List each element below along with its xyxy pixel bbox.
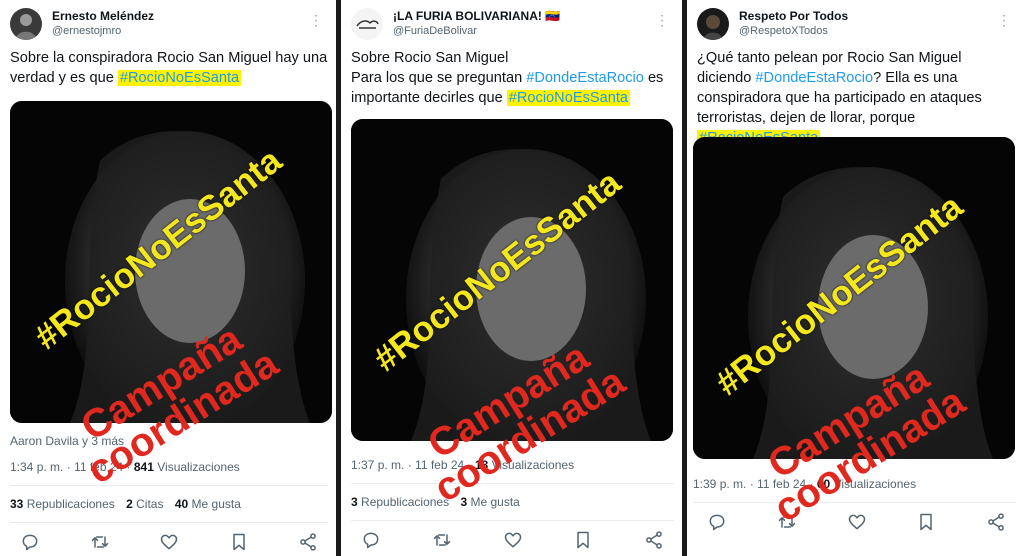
reply-icon[interactable]	[20, 532, 40, 552]
repost-icon[interactable]	[432, 530, 452, 550]
tweet-text: ¿Qué tanto pelean por Rocio San Miguel d…	[697, 48, 1016, 148]
avatar[interactable]	[351, 8, 383, 40]
liked-by-line: Aaron Davila y 3 más	[10, 434, 125, 448]
tweet-time: 1:39 p. m.	[693, 477, 747, 491]
views-count: 841	[133, 460, 154, 474]
tweet-header: Ernesto Meléndez @ernestojmro ⋮	[10, 6, 328, 40]
like-icon[interactable]	[503, 530, 523, 550]
tweet-text-line: Sobre Rocio San Miguel	[351, 50, 509, 66]
views-label: Visualizaciones	[157, 460, 240, 474]
tweet-card-2: ¡LA FURIA BOLIVARIANA! 🇻🇪 @FuriaDeBoliva…	[341, 0, 682, 556]
tweet-text: Sobre Rocio San Miguel Para los que se p…	[351, 48, 674, 108]
likes-count: 3	[460, 495, 468, 509]
tweet-text: Sobre la conspiradora Rocio San Miguel h…	[10, 48, 328, 88]
like-icon[interactable]	[847, 512, 867, 532]
views-count: 18	[474, 458, 489, 472]
repost-icon[interactable]	[90, 532, 110, 552]
reposts-count: 3	[351, 495, 358, 509]
action-bar	[20, 532, 318, 552]
like-icon[interactable]	[159, 532, 179, 552]
repost-icon[interactable]	[777, 512, 797, 532]
reposts-label: Republicaciones	[26, 497, 115, 511]
hashtag-highlight[interactable]: #RocioNoEsSanta	[117, 70, 242, 86]
tweet-photo[interactable]	[10, 101, 332, 423]
bookmark-icon[interactable]	[229, 532, 249, 552]
hashtag-link[interactable]: #DondeEstaRocio	[755, 70, 873, 86]
tweet-meta: 1:34 p. m. · 11 feb 24 · 841 Visualizaci…	[10, 460, 240, 474]
bookmark-icon[interactable]	[916, 512, 936, 532]
user-handle[interactable]: @ernestojmro	[52, 25, 154, 37]
display-name[interactable]: Ernesto Meléndez	[52, 9, 154, 23]
likes-count: 40	[174, 497, 189, 511]
engagement-stats: 33 Republicaciones 2 Citas 40 Me gusta	[10, 497, 249, 511]
tweet-photo[interactable]	[693, 137, 1015, 459]
reply-icon[interactable]	[361, 530, 381, 550]
avatar[interactable]	[697, 8, 729, 40]
engagement-stats: 3 Republicaciones 3 Me gusta	[351, 495, 528, 509]
tweet-header: ¡LA FURIA BOLIVARIANA! 🇻🇪 @FuriaDeBoliva…	[351, 6, 674, 40]
quotes-stat[interactable]: 2 Citas	[126, 497, 163, 511]
hashtag-link[interactable]: #DondeEstaRocio	[526, 70, 644, 86]
more-icon[interactable]: ⋮	[997, 12, 1011, 29]
action-bar	[707, 512, 1006, 532]
tweet-card-3: Respeto Por Todos @RespetoXTodos ⋮ ¿Qué …	[687, 0, 1024, 556]
user-handle[interactable]: @RespetoXTodos	[739, 25, 848, 37]
tweet-time: 1:37 p. m.	[351, 458, 405, 472]
views-label: Visualizaciones	[833, 477, 917, 491]
tweet-header: Respeto Por Todos @RespetoXTodos ⋮	[697, 6, 1016, 40]
tweet-time: 1:34 p. m.	[10, 460, 64, 474]
share-icon[interactable]	[644, 530, 664, 550]
bookmark-icon[interactable]	[573, 530, 593, 550]
separator	[10, 522, 328, 523]
tweet-meta: 1:39 p. m. · 11 feb 24 · 60 Visualizacio…	[693, 477, 917, 491]
views-count: 60	[816, 477, 831, 491]
reply-icon[interactable]	[707, 512, 727, 532]
separator	[351, 483, 674, 484]
tweet-meta: 1:37 p. m. · 11 feb 24 · 18 Visualizacio…	[351, 458, 575, 472]
quotes-label: Citas	[136, 497, 164, 511]
action-bar	[361, 530, 664, 550]
tweet-date[interactable]: 11 feb 24	[757, 477, 806, 491]
likes-label: Me gusta	[191, 497, 241, 511]
avatar[interactable]	[10, 8, 42, 40]
likes-stat[interactable]: 40 Me gusta	[175, 497, 241, 511]
more-icon[interactable]: ⋮	[309, 12, 323, 29]
quotes-count: 2	[126, 497, 133, 511]
likes-label: Me gusta	[470, 495, 520, 509]
likes-stat[interactable]: 3 Me gusta	[460, 495, 519, 509]
hashtag-highlight[interactable]: #RocioNoEsSanta	[506, 90, 631, 106]
tweet-card-1: Ernesto Meléndez @ernestojmro ⋮ Sobre la…	[0, 0, 336, 556]
views-label: Visualizaciones	[491, 458, 575, 472]
reposts-label: Republicaciones	[361, 495, 450, 509]
more-icon[interactable]: ⋮	[655, 12, 669, 29]
tweet-text-body: Para los que se preguntan	[351, 70, 527, 86]
tweet-photo[interactable]	[351, 119, 673, 441]
share-icon[interactable]	[298, 532, 318, 552]
reposts-stat[interactable]: 3 Republicaciones	[351, 495, 449, 509]
separator	[10, 485, 328, 486]
display-name[interactable]: Respeto Por Todos	[739, 9, 848, 23]
share-icon[interactable]	[986, 512, 1006, 532]
separator	[693, 502, 1016, 503]
tweet-date[interactable]: 11 feb 24	[74, 460, 123, 474]
reposts-stat[interactable]: 33 Republicaciones	[10, 497, 115, 511]
user-handle[interactable]: @FuriaDeBolivar	[393, 25, 560, 37]
separator	[351, 520, 674, 521]
reposts-count: 33	[10, 497, 24, 511]
display-name[interactable]: ¡LA FURIA BOLIVARIANA! 🇻🇪	[393, 9, 560, 23]
tweet-date[interactable]: 11 feb 24	[415, 458, 464, 472]
